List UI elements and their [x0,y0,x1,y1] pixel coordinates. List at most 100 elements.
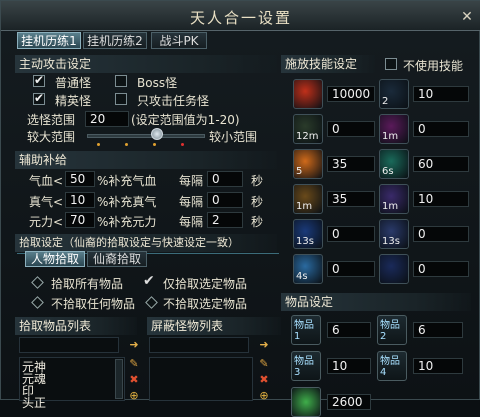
item-value-input[interactable]: 2600 [327,394,371,410]
skill-cooldown-badge: 4s [296,271,308,282]
skill-value-input[interactable]: 0 [413,121,469,137]
import-icon[interactable]: ⊕ [127,389,141,403]
disable-skills-checkbox[interactable] [385,58,397,70]
yuanli-interval-label: 每隔 [179,215,204,229]
loot-all-label: 拾取所有物品 [51,277,124,291]
delete-icon[interactable]: ✖ [127,373,141,387]
tab-afk-1[interactable]: 挂机历练1 [17,32,81,49]
item-slot[interactable]: 物品3 [291,351,321,381]
boss-monster-label: Boss怪 [137,76,178,90]
item-value-input[interactable]: 10 [413,358,463,374]
skill-slot[interactable]: 2 [379,79,409,109]
yuanli-interval-input[interactable]: 2 [207,212,243,228]
range-slider-track[interactable] [87,134,205,138]
skill-value-input[interactable]: 10 [413,86,469,102]
loot-header: 拾取设定（仙裔的拾取设定与快速设定一致） [15,234,277,252]
items-header: 物品设定 [281,293,471,311]
skill-slot[interactable]: 1m [379,184,409,214]
slider-right-label: 较小范围 [209,130,258,144]
yuanli-label: 元力< [29,215,64,229]
item-value-input[interactable]: 6 [413,322,463,338]
skill-value-input[interactable]: 0 [413,261,469,277]
skill-slot[interactable]: 13s [293,219,323,249]
yuanli-threshold-input[interactable]: 70 [65,212,95,228]
item-slot-label: 物品3 [294,356,314,378]
pick-list-scrollbar[interactable] [115,359,123,399]
subtab-player-loot[interactable]: 人物拾取 [25,251,85,267]
loot-none-label: 不拾取任何物品 [51,297,136,311]
skill-slot[interactable]: 6s [379,149,409,179]
skill-slot[interactable] [379,254,409,284]
title-bar: 天人合一设置 ✕ [1,1,480,31]
delete-icon[interactable]: ✖ [257,373,271,387]
hp-interval-input[interactable]: 0 [207,171,243,187]
item-slot-label: 物品2 [380,320,400,342]
block-list-header: 屏蔽怪物列表 [147,317,281,335]
quest-monster-checkbox[interactable] [115,93,127,105]
tab-pk[interactable]: 战斗PK [151,32,207,49]
elite-monster-checkbox[interactable] [33,91,45,105]
subtab-pet-loot[interactable]: 仙裔拾取 [87,251,147,267]
skill-value-input[interactable]: 35 [327,191,375,207]
range-input[interactable]: 20 [85,111,129,127]
edit-icon[interactable]: ✎ [257,357,271,371]
skill-slot[interactable] [293,79,323,109]
item-slot[interactable] [291,387,321,417]
skill-value-input[interactable]: 10 [413,191,469,207]
close-icon[interactable]: ✕ [459,9,475,25]
item-slot[interactable]: 物品1 [291,315,321,345]
mp-interval-input[interactable]: 0 [207,192,243,208]
active-attack-header: 主动攻击设定 [15,55,277,73]
skill-value-input[interactable]: 10000 [327,86,375,102]
edit-icon[interactable]: ✎ [127,357,141,371]
skill-value-input[interactable]: 35 [327,156,375,172]
hp-unit-label: 秒 [251,174,264,188]
block-monster-list[interactable] [149,357,253,401]
skill-slot[interactable]: 13s [379,219,409,249]
loot-exclude-radio[interactable] [145,296,158,309]
loot-all-radio[interactable] [31,276,44,289]
skill-slot[interactable]: 12m [293,114,323,144]
settings-window: 天人合一设置 ✕ 挂机历练1 挂机历练2 战斗PK 主动攻击设定 普通怪 Bos… [0,0,480,417]
item-slot[interactable]: 物品2 [377,315,407,345]
elite-monster-label: 精英怪 [55,94,92,108]
add-pick-item-icon[interactable]: ➜ [127,338,141,352]
yuanli-action-label: %补充元力 [97,215,157,229]
item-value-input[interactable]: 10 [327,358,371,374]
skill-value-input[interactable]: 0 [327,121,375,137]
loot-none-radio[interactable] [31,296,44,309]
mp-threshold-input[interactable]: 10 [65,192,95,208]
item-slot-label: 物品4 [380,356,400,378]
skill-value-input[interactable]: 0 [327,261,375,277]
skill-slot[interactable]: 1m [379,114,409,144]
skill-cooldown-badge: 13s [382,236,400,247]
disable-skills-label: 不使用技能 [403,59,464,73]
range-label: 选怪范围 [27,113,76,127]
add-block-monster-icon[interactable]: ➜ [257,338,271,352]
pick-item-input[interactable] [19,337,119,353]
skill-slot[interactable]: 1m [293,184,323,214]
item-slot-label: 物品1 [294,320,314,342]
skill-value-input[interactable]: 60 [413,156,469,172]
skill-value-input[interactable]: 0 [413,226,469,242]
hp-action-label: %补充气血 [97,174,157,188]
list-item[interactable]: 头正 [22,394,46,411]
skill-slot[interactable]: 4s [293,254,323,284]
skill-value-input[interactable]: 0 [327,226,375,242]
boss-monster-checkbox[interactable] [115,75,127,87]
block-monster-input[interactable] [149,337,249,353]
import-icon[interactable]: ⊕ [257,389,271,403]
normal-monster-checkbox[interactable] [33,73,45,87]
range-slider-handle[interactable] [151,128,163,140]
mp-label: 真气< [29,195,64,209]
slider-tick [181,143,184,146]
yuanli-unit-label: 秒 [251,215,264,229]
pick-item-list[interactable]: 元神 元魂 印 头正 [19,357,125,410]
tab-afk-2[interactable]: 挂机历练2 [83,32,147,49]
item-slot[interactable]: 物品4 [377,351,407,381]
loot-selected-label[interactable]: 仅拾取选定物品 [163,275,247,292]
skill-slot[interactable]: 5 [293,149,323,179]
hp-threshold-input[interactable]: 50 [65,171,95,187]
assist-header: 辅助补给 [15,151,277,169]
item-value-input[interactable]: 6 [327,322,371,338]
